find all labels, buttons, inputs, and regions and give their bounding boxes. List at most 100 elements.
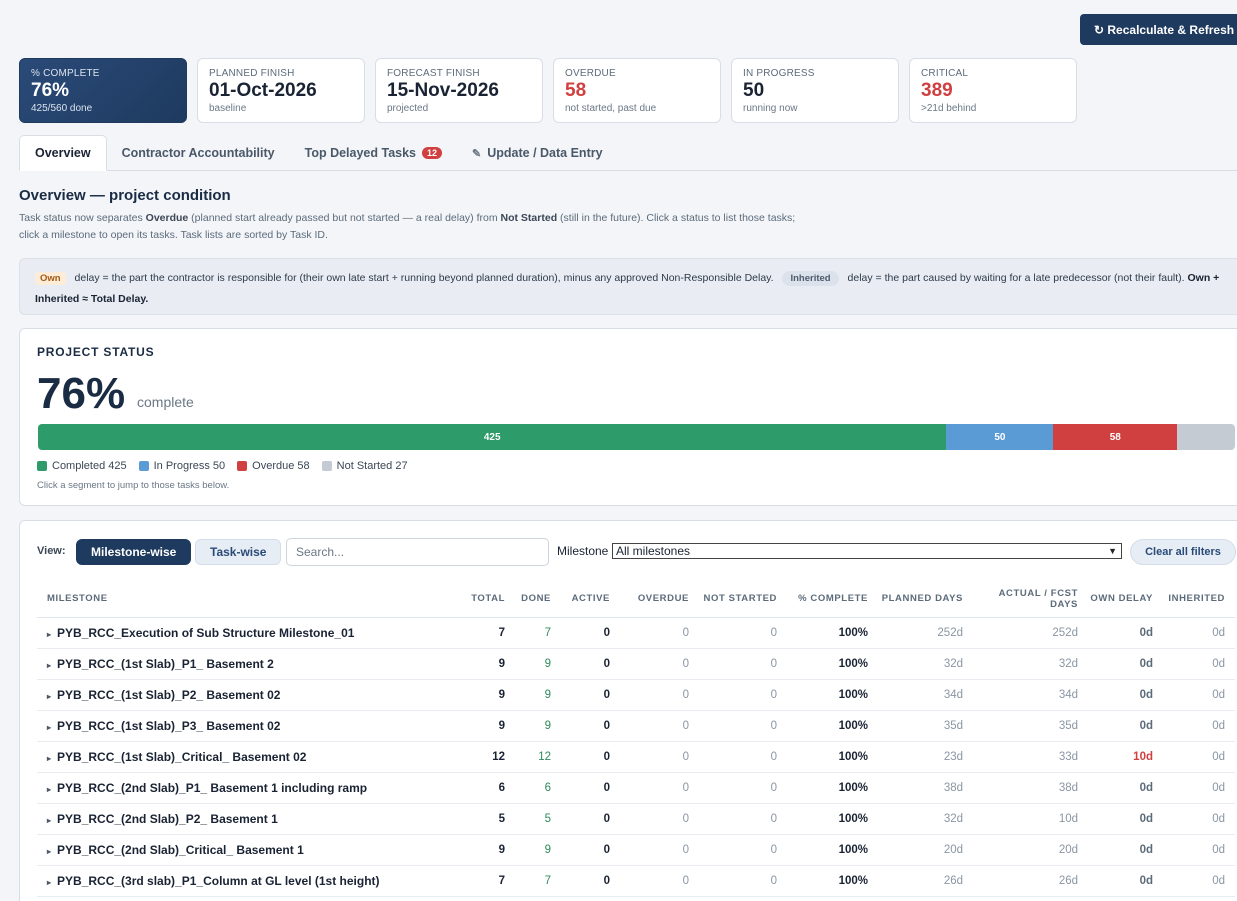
done-cell: 9 — [515, 710, 561, 742]
col-not-started[interactable]: NOT STARTED — [699, 581, 787, 618]
legend-not-started[interactable]: Not Started 27 — [321, 460, 408, 472]
kpi-sub: >21d behind — [921, 103, 977, 114]
actual-days-cell: 34d — [973, 679, 1088, 711]
tab-label: Contractor Accountability — [121, 146, 275, 160]
kpi-label: % COMPLETE — [31, 68, 100, 79]
expand-caret-icon[interactable]: ▸ — [47, 847, 51, 856]
not-started-cell: 0 — [699, 617, 787, 649]
tab-contractor-accountability[interactable]: Contractor Accountability — [107, 135, 290, 171]
desc-text: Task status now separates — [19, 212, 146, 224]
table-row[interactable]: ▸ PYB_RCC_(3rd slab)_P1_Column at GL leve… — [37, 865, 1235, 897]
kpi-label: IN PROGRESS — [743, 68, 815, 79]
kpi-sub: baseline — [209, 103, 247, 114]
tab-bar: Overview Contractor Accountability Top D… — [19, 135, 1237, 171]
swatch — [138, 461, 149, 471]
status-segment-completed[interactable]: 425 — [38, 424, 947, 450]
kpi-overdue[interactable]: OVERDUE 58 not started, past due — [553, 58, 721, 123]
expand-caret-icon[interactable]: ▸ — [47, 723, 51, 732]
legend-completed[interactable]: Completed 425 — [37, 460, 127, 472]
tab-overview[interactable]: Overview — [19, 135, 107, 171]
table-row[interactable]: ▸ PYB_RCC_Execution of Sub Structure Mile… — [37, 617, 1235, 649]
expand-caret-icon[interactable]: ▸ — [47, 754, 51, 763]
milestone-label: PYB_RCC_(1st Slab)_P3_ Basement 02 — [57, 718, 281, 733]
col-inherited[interactable]: INHERITED — [1163, 581, 1235, 618]
active-cell: 0 — [561, 834, 620, 866]
col-done[interactable]: DONE — [515, 581, 561, 618]
percent-cell: 100% — [787, 648, 878, 680]
search-input[interactable] — [286, 538, 549, 566]
expand-caret-icon[interactable]: ▸ — [47, 878, 51, 887]
table-row[interactable]: ▸ PYB_RCC_(2nd Slab)_Critical_ Basement 1… — [37, 834, 1235, 866]
col-actual-fcst-days[interactable]: ACTUAL / FCST DAYS — [973, 581, 1088, 618]
legend-overdue[interactable]: Overdue 58 — [237, 460, 310, 472]
col-active[interactable]: ACTIVE — [561, 581, 620, 618]
expand-caret-icon[interactable]: ▸ — [47, 816, 51, 825]
inherited-cell: 0d — [1163, 679, 1235, 711]
percent-cell: 100% — [787, 834, 878, 866]
recalculate-refresh-button[interactable]: ↻ Recalculate & Refresh — [1080, 14, 1237, 45]
kpi-value: 01-Oct-2026 — [209, 80, 317, 101]
kpi-planned-finish[interactable]: PLANNED FINISH 01-Oct-2026 baseline — [197, 58, 365, 123]
overdue-cell: 0 — [620, 803, 699, 835]
not-started-cell: 0 — [699, 834, 787, 866]
col-own-delay[interactable]: OWN DELAY — [1088, 581, 1163, 618]
col-planned-days[interactable]: PLANNED DAYS — [878, 581, 973, 618]
own-delay-cell: 0d — [1088, 648, 1163, 680]
percent-cell: 100% — [787, 741, 878, 773]
planned-days-cell: 32d — [878, 803, 973, 835]
col-total[interactable]: TOTAL — [452, 581, 515, 618]
percent-cell: 100% — [787, 865, 878, 897]
table-row[interactable]: ▸ PYB_RCC_(1st Slab)_Critical_ Basement 0… — [37, 741, 1235, 773]
own-delay-cell: 10d — [1088, 741, 1163, 773]
status-segment-overdue[interactable]: 58 — [1053, 424, 1178, 450]
expand-caret-icon[interactable]: ▸ — [47, 785, 51, 794]
actual-days-cell: 10d — [973, 803, 1088, 835]
col-milestone[interactable]: MILESTONE — [37, 581, 452, 618]
status-segment-not-started[interactable] — [1177, 424, 1235, 450]
total-cell: 9 — [452, 834, 515, 866]
kpi-value: 15-Nov-2026 — [387, 80, 499, 101]
milestone-wise-button[interactable]: Milestone-wise — [76, 539, 192, 565]
expand-caret-icon[interactable]: ▸ — [47, 661, 51, 670]
actual-days-cell: 33d — [973, 741, 1088, 773]
table-row[interactable]: ▸ PYB_RCC_(2nd Slab)_P2_ Basement 1550001… — [37, 803, 1235, 835]
table-row[interactable]: ▸ PYB_RCC_(1st Slab)_P2_ Basement 02 9 9 0 0 0… — [37, 679, 1235, 711]
col-percent-complete[interactable]: % COMPLETE — [787, 581, 878, 618]
expand-caret-icon[interactable]: ▸ — [47, 630, 51, 639]
kpi-strip: % COMPLETE 76% 425/560 done PLANNED FINI… — [19, 58, 1077, 123]
percent-complete-value: 76% — [37, 369, 126, 418]
milestone-label: PYB_RCC_(1st Slab)_Critical_ Basement 02 — [57, 749, 307, 764]
table-row[interactable]: ▸ PYB_RCC_(1st Slab)_P3_ Basement 02 9 9 0 0 0… — [37, 710, 1235, 742]
kpi-percent-complete[interactable]: % COMPLETE 76% 425/560 done — [19, 58, 187, 123]
total-cell: 7 — [452, 617, 515, 649]
col-overdue[interactable]: OVERDUE — [620, 581, 699, 618]
kpi-critical[interactable]: CRITICAL 389 >21d behind — [909, 58, 1077, 123]
clear-filters-button[interactable]: Clear all filters — [1130, 539, 1236, 565]
complete-label: complete — [137, 394, 194, 410]
table-row[interactable]: ▸ PYB_RCC_(2nd Slab)_P1_ Basement 1 inclu… — [37, 772, 1235, 804]
total-cell: 6 — [452, 772, 515, 804]
total-cell: 9 — [452, 648, 515, 680]
inherited-cell: 0d — [1163, 617, 1235, 649]
not-started-cell: 0 — [699, 679, 787, 711]
desc-not-started: Not Started — [500, 212, 558, 224]
active-cell: 0 — [561, 648, 620, 680]
kpi-in-progress[interactable]: IN PROGRESS 50 running now — [731, 58, 899, 123]
inherited-cell: 0d — [1163, 648, 1235, 680]
inherited-cell: 0d — [1163, 865, 1235, 897]
table-row[interactable]: ▸ PYB_RCC_(1st Slab)_P1_ Basement 2990001… — [37, 648, 1235, 680]
done-cell: 5 — [515, 803, 561, 835]
legend-label: Not Started 27 — [336, 460, 408, 472]
task-wise-button[interactable]: Task-wise — [195, 539, 282, 565]
tab-top-delayed-tasks[interactable]: Top Delayed Tasks 12 — [290, 135, 457, 171]
planned-days-cell: 26d — [878, 865, 973, 897]
expand-caret-icon[interactable]: ▸ — [47, 692, 51, 701]
status-segment-in-progress[interactable]: 50 — [946, 424, 1054, 450]
done-cell: 7 — [515, 865, 561, 897]
not-started-cell: 0 — [699, 803, 787, 835]
tab-label: Update / Data Entry — [487, 146, 603, 160]
tab-update-data-entry[interactable]: ✎ Update / Data Entry — [457, 135, 618, 171]
kpi-forecast-finish[interactable]: FORECAST FINISH 15-Nov-2026 projected — [375, 58, 543, 123]
legend-in-progress[interactable]: In Progress 50 — [138, 460, 225, 472]
milestone-select[interactable]: All milestones ▼ — [612, 543, 1122, 559]
